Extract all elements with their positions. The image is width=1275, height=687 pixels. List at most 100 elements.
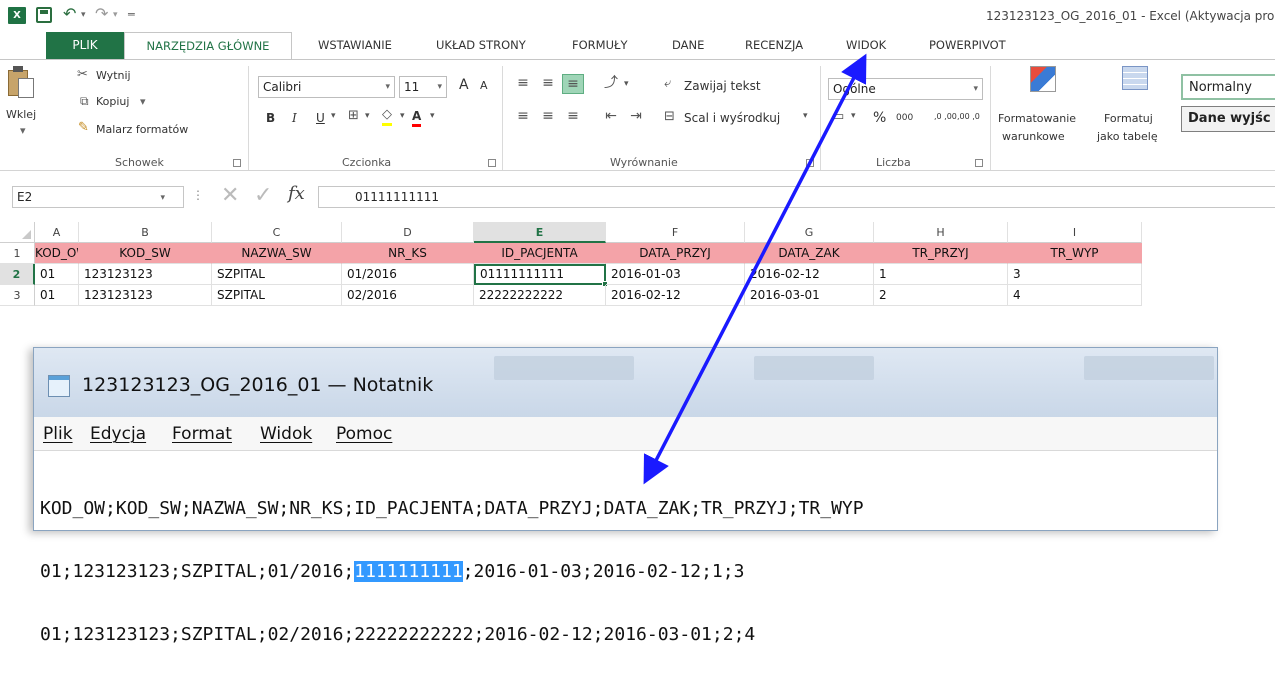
cell-i2[interactable]: 3 <box>1008 264 1142 285</box>
customize-toolbar-icon[interactable]: ═ <box>128 8 135 21</box>
align-left-icon[interactable]: ≡ <box>512 107 534 127</box>
header-cell-nazwa-sw[interactable]: NAZWA_SW <box>212 243 342 264</box>
underline-button[interactable]: U <box>316 111 325 125</box>
cell-b2[interactable]: 123123123 <box>79 264 212 285</box>
select-all-button[interactable] <box>0 222 35 243</box>
redo-dropdown-icon[interactable]: ▾ <box>113 10 118 20</box>
cell-a2[interactable]: 01 <box>35 264 79 285</box>
header-cell-data-przyj[interactable]: DATA_PRZYJ <box>606 243 745 264</box>
clipboard-launcher-icon[interactable] <box>233 159 241 167</box>
column-header-e[interactable]: E <box>474 222 606 243</box>
align-top-icon[interactable]: ≡ <box>512 74 534 94</box>
cut-button[interactable]: Wytnij <box>96 69 131 82</box>
tab-page-layout[interactable]: UKŁAD STRONY <box>432 32 530 59</box>
cell-a3[interactable]: 01 <box>35 285 79 306</box>
header-cell-kod-ow[interactable]: KOD_OW <box>35 243 79 264</box>
chevron-down-icon[interactable]: ▾ <box>400 111 405 121</box>
currency-icon[interactable]: ▭ <box>832 109 844 124</box>
cell-c2[interactable]: SZPITAL <box>212 264 342 285</box>
align-center-icon[interactable]: ≡ <box>537 107 559 127</box>
column-header-c[interactable]: C <box>212 222 342 243</box>
cell-b3[interactable]: 123123123 <box>79 285 212 306</box>
insert-function-icon[interactable]: fx <box>288 183 305 204</box>
row-header-2[interactable]: 2 <box>0 264 35 285</box>
copy-icon[interactable]: ⧉ <box>80 94 89 109</box>
number-launcher-icon[interactable] <box>975 159 983 167</box>
align-middle-icon[interactable]: ≡ <box>537 74 559 94</box>
header-cell-data-zak[interactable]: DATA_ZAK <box>745 243 874 264</box>
column-header-g[interactable]: G <box>745 222 874 243</box>
conditional-formatting-icon[interactable] <box>1030 66 1056 92</box>
paste-dropdown-icon[interactable]: ▾ <box>20 124 26 137</box>
style-normal[interactable]: Normalny <box>1181 74 1275 100</box>
cell-c3[interactable]: SZPITAL <box>212 285 342 306</box>
percent-button[interactable]: % <box>873 110 886 126</box>
undo-icon[interactable]: ↶ <box>63 4 76 23</box>
cell-h2[interactable]: 1 <box>874 264 1008 285</box>
chevron-down-icon[interactable]: ▾ <box>331 111 336 121</box>
borders-icon[interactable]: ⊞ <box>348 108 359 123</box>
notepad-text-area[interactable]: KOD_OW;KOD_SW;NAZWA_SW;NR_KS;ID_PACJENTA… <box>40 456 1210 687</box>
decrease-indent-icon[interactable]: ⇤ <box>600 107 622 127</box>
redo-icon[interactable]: ↷ <box>95 4 108 23</box>
column-header-d[interactable]: D <box>342 222 474 243</box>
chevron-down-icon[interactable]: ▾ <box>430 111 435 121</box>
row-header-1[interactable]: 1 <box>0 243 35 264</box>
tab-powerpivot[interactable]: POWERPIVOT <box>925 32 1010 59</box>
format-as-table-sublabel[interactable]: jako tabelę <box>1097 130 1158 143</box>
increase-indent-icon[interactable]: ⇥ <box>625 107 647 127</box>
format-as-table-icon[interactable] <box>1122 66 1148 90</box>
font-name-select[interactable]: Calibri ▾ <box>258 76 395 98</box>
formula-bar-grip-icon[interactable]: ⋮ <box>192 188 204 202</box>
cell-e3[interactable]: 22222222222 <box>474 285 606 306</box>
italic-button[interactable]: I <box>292 111 297 125</box>
cell-d3[interactable]: 02/2016 <box>342 285 474 306</box>
align-right-icon[interactable]: ≡ <box>562 107 584 127</box>
format-as-table-button[interactable]: Formatuj <box>1104 112 1153 125</box>
column-header-h[interactable]: H <box>874 222 1008 243</box>
paste-button[interactable]: Wklej <box>6 108 36 121</box>
style-output[interactable]: Dane wyjśc <box>1181 106 1275 132</box>
tab-home[interactable]: NARZĘDZIA GŁÓWNE <box>124 32 292 59</box>
merge-center-button[interactable]: Scal i wyśrodkuj <box>684 111 780 125</box>
cell-f2[interactable]: 2016-01-03 <box>606 264 745 285</box>
cell-d2[interactable]: 01/2016 <box>342 264 474 285</box>
wrap-text-button[interactable]: Zawijaj tekst <box>684 79 761 93</box>
orientation-icon[interactable]: ⤴ <box>600 74 622 94</box>
formula-input[interactable]: 01111111111 <box>318 186 1275 208</box>
save-icon[interactable] <box>36 7 52 23</box>
cell-g2[interactable]: 2016-02-12 <box>745 264 874 285</box>
format-painter-icon[interactable]: ✎ <box>78 120 89 135</box>
tab-view[interactable]: WIDOK <box>842 32 890 59</box>
chevron-down-icon[interactable]: ▾ <box>851 111 856 121</box>
row-header-3[interactable]: 3 <box>0 285 35 306</box>
menu-help[interactable]: Pomoc <box>336 424 392 444</box>
tab-file[interactable]: PLIK <box>46 32 124 59</box>
fill-color-icon[interactable]: ◇ <box>382 107 392 126</box>
header-cell-tr-przyj[interactable]: TR_PRZYJ <box>874 243 1008 264</box>
confirm-icon[interactable]: ✓ <box>254 183 272 208</box>
chevron-down-icon[interactable]: ▾ <box>624 79 629 89</box>
header-cell-id-pacjenta[interactable]: ID_PACJENTA <box>474 243 606 264</box>
wrap-text-icon[interactable]: ⤶ <box>664 76 671 91</box>
bold-button[interactable]: B <box>266 111 275 125</box>
chevron-down-icon[interactable]: ▾ <box>365 111 370 121</box>
cell-i3[interactable]: 4 <box>1008 285 1142 306</box>
column-header-f[interactable]: F <box>606 222 745 243</box>
alignment-launcher-icon[interactable] <box>806 159 814 167</box>
header-cell-nr-ks[interactable]: NR_KS <box>342 243 474 264</box>
column-header-a[interactable]: A <box>35 222 79 243</box>
conditional-formatting-button[interactable]: Formatowanie <box>998 112 1076 125</box>
cell-g3[interactable]: 2016-03-01 <box>745 285 874 306</box>
copy-dropdown-icon[interactable]: ▾ <box>140 95 146 108</box>
menu-view[interactable]: Widok <box>260 424 312 444</box>
menu-file[interactable]: Plik <box>43 424 73 444</box>
grow-font-button[interactable]: A <box>459 77 469 93</box>
chevron-down-icon[interactable]: ▾ <box>803 111 808 121</box>
align-bottom-icon[interactable]: ≡ <box>562 74 584 94</box>
decrease-decimal-button[interactable]: ,00 ,0 <box>957 112 980 121</box>
font-color-icon[interactable]: A <box>412 108 422 127</box>
cancel-icon[interactable]: ✕ <box>221 183 239 208</box>
column-header-i[interactable]: I <box>1008 222 1142 243</box>
menu-format[interactable]: Format <box>172 424 232 444</box>
